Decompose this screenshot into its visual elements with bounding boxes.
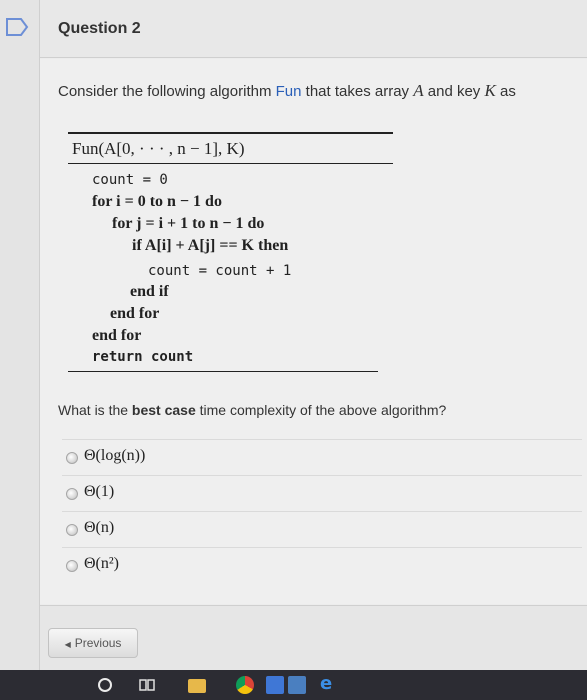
radio-button[interactable] (66, 560, 78, 572)
algorithm-line: return count (92, 349, 194, 365)
task-view-icon[interactable] (138, 676, 156, 694)
subprompt-text: time complexity of the above algorithm? (195, 402, 447, 418)
previous-button-label: Previous (74, 636, 122, 650)
algorithm-line: count = 0 (92, 172, 168, 188)
question-footer: ◀ Previous (40, 605, 587, 670)
question-prompt: Consider the following algorithm Fun tha… (58, 81, 516, 101)
caret-left-icon: ◀ (64, 640, 71, 649)
algorithm-rule-top (68, 132, 393, 134)
radio-button[interactable] (66, 452, 78, 464)
cortana-search-icon[interactable] (98, 678, 112, 692)
subprompt-text: What is the (58, 402, 132, 418)
chrome-icon[interactable] (236, 676, 254, 694)
question-body: Consider the following algorithm Fun tha… (40, 59, 587, 604)
windows-taskbar: e (0, 670, 587, 700)
page: Question 2 Consider the following algori… (0, 0, 587, 670)
algorithm-rule-bottom (68, 371, 378, 372)
radio-button[interactable] (66, 488, 78, 500)
algorithm-line: for i = 0 to n − 1 do (92, 193, 222, 210)
store-icon[interactable] (288, 676, 306, 694)
subprompt-emphasis: best case (131, 402, 196, 418)
answer-option-label: Θ(1) (84, 483, 115, 500)
question-status-strip (0, 0, 40, 670)
prompt-text: and key (423, 83, 485, 100)
bookmark-flag-icon[interactable] (4, 16, 30, 38)
photos-icon[interactable] (266, 676, 284, 694)
radio-button[interactable] (66, 524, 78, 536)
edge-browser-icon[interactable]: e (320, 673, 338, 694)
answer-option-label: Θ(log(n)) (84, 447, 146, 464)
algorithm-header: Fun(A[0, · · · , n − 1], K) (72, 139, 245, 158)
answer-option[interactable]: Θ(n²) (62, 547, 582, 581)
answer-option[interactable]: Θ(log(n)) (62, 439, 582, 473)
prompt-text: as (495, 83, 516, 100)
question-title: Question 2 (58, 20, 141, 37)
answer-option[interactable]: Θ(n) (62, 511, 582, 545)
algorithm-line: end for (110, 305, 160, 322)
algorithm-line: for j = i + 1 to n − 1 do (112, 215, 265, 232)
previous-button[interactable]: ◀ Previous (48, 628, 138, 658)
answer-option-label: Θ(n) (84, 519, 115, 536)
question-subprompt: What is the best case time complexity of… (58, 402, 446, 418)
algorithm-line: if A[i] + A[j] == K then (132, 237, 289, 254)
file-explorer-icon[interactable] (188, 679, 206, 693)
prompt-text: Consider the following algorithm (58, 83, 276, 100)
question-header: Question 2 (40, 0, 587, 58)
algorithm-line: end if (130, 283, 169, 300)
prompt-var-k: K (484, 81, 496, 100)
algorithm-line: count = count + 1 (148, 263, 292, 279)
prompt-fun-name: Fun (275, 83, 302, 100)
answer-option[interactable]: Θ(1) (62, 475, 582, 509)
answer-option-label: Θ(n²) (84, 555, 120, 572)
algorithm-rule-mid (68, 163, 393, 164)
algorithm-line: end for (92, 327, 142, 344)
prompt-var-a: A (413, 81, 424, 100)
prompt-text: that takes array (301, 83, 414, 100)
